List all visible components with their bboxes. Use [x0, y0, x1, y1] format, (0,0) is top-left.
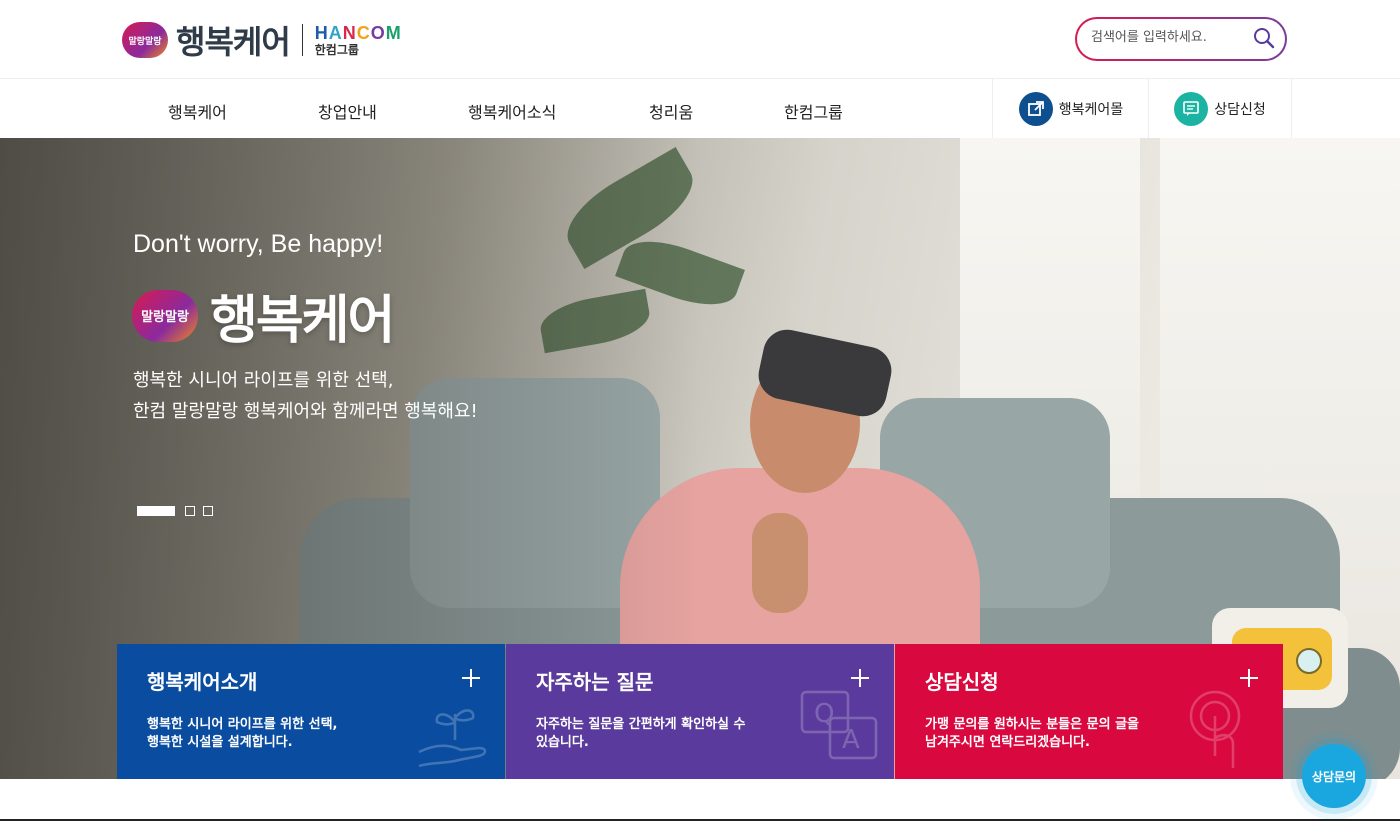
nav-item-franchise[interactable]: 창업안내	[318, 99, 377, 123]
hero-badge: 말랑말랑	[132, 289, 198, 342]
logo-title: 행복케어	[176, 23, 291, 61]
card-desc: 가맹 문의를 원하시는 분들은 문의 글을 남겨주시면 연락드리겠습니다.	[925, 716, 1175, 752]
floating-consult-button[interactable]: 상담문의	[1302, 744, 1366, 808]
card-desc: 자주하는 질문을 간편하게 확인하실 수 있습니다.	[536, 716, 786, 752]
quick-link-consult[interactable]: 상담신청	[1148, 79, 1292, 138]
hancom-group-label: 한컴그룹	[314, 43, 359, 57]
hero-title: 행복케어	[210, 291, 395, 351]
card-desc-line: 있습니다.	[536, 735, 589, 750]
logo-divider	[301, 24, 303, 56]
hero-desc-line: 행복한 시니어 라이프를 위한 선택,	[133, 370, 394, 391]
hancom-group-logo: HANCOM 한컴그룹	[315, 24, 402, 56]
nav-item-hancom-group[interactable]: 한컴그룹	[784, 99, 843, 123]
quick-link-mall[interactable]: 행복케어몰	[992, 79, 1149, 138]
top-header: 말랑말랑 행복케어 HANCOM 한컴그룹	[0, 0, 1400, 78]
slider-pagination	[137, 506, 221, 516]
card-desc-line: 행복한 시니어 라이프를 위한 선택,	[147, 717, 338, 732]
card-about[interactable]: 행복케어소개 행복한 시니어 라이프를 위한 선택, 행복한 시설을 설계합니다…	[117, 644, 505, 779]
slide-dot-active[interactable]	[137, 506, 175, 516]
card-desc-line: 남겨주시면 연락드리겠습니다.	[925, 735, 1090, 750]
search-input[interactable]	[1089, 29, 1243, 46]
plus-icon[interactable]	[1239, 668, 1259, 688]
main-nav: 행복케어 창업안내 행복케어소식 청리움 한컴그룹 행복케어몰 상담신청	[0, 78, 1400, 139]
card-title: 상담신청	[925, 670, 999, 694]
thumbs-up-hand	[752, 513, 808, 613]
search-icon	[1254, 28, 1275, 49]
plus-icon[interactable]	[461, 668, 481, 688]
robot-eye	[1296, 648, 1322, 674]
floating-consult-label: 상담문의	[1311, 769, 1357, 784]
card-faq[interactable]: 자주하는 질문 자주하는 질문을 간편하게 확인하실 수 있습니다. Q A	[506, 644, 894, 779]
slide-dot[interactable]	[203, 506, 213, 516]
svg-text:A: A	[842, 725, 860, 755]
nav-item-happycare[interactable]: 행복케어	[168, 99, 227, 123]
card-title: 자주하는 질문	[536, 670, 654, 694]
touch-icon	[1189, 690, 1241, 768]
card-desc-line: 가맹 문의를 원하시는 분들은 문의 글을	[925, 717, 1139, 732]
card-consult[interactable]: 상담신청 가맹 문의를 원하시는 분들은 문의 글을 남겨주시면 연락드리겠습니…	[895, 644, 1283, 779]
logo-badge-text: 말랑말랑	[128, 36, 162, 47]
hero-description: 행복한 시니어 라이프를 위한 선택, 한컴 말랑말랑 행복케어와 함께라면 행…	[133, 365, 478, 427]
hero-tagline: Don't worry, Be happy!	[133, 230, 384, 258]
card-title: 행복케어소개	[147, 670, 258, 694]
plant-hand-icon	[418, 709, 487, 768]
slide-dot[interactable]	[185, 506, 195, 516]
external-link-icon	[1018, 91, 1053, 126]
svg-text:Q: Q	[814, 699, 834, 729]
card-desc-line: 행복한 시설을 설계합니다.	[147, 735, 293, 750]
site-logo[interactable]: 말랑말랑 행복케어 HANCOM 한컴그룹	[122, 20, 402, 61]
search-button[interactable]	[1253, 27, 1275, 49]
nav-item-news[interactable]: 행복케어소식	[468, 99, 556, 123]
search-box	[1075, 17, 1287, 61]
qa-icon: Q A	[800, 690, 878, 760]
hancom-wordmark: HANCOM	[314, 23, 402, 43]
chat-icon	[1174, 91, 1209, 126]
hero-brand: 말랑말랑 행복케어	[132, 278, 395, 353]
card-desc: 행복한 시니어 라이프를 위한 선택, 행복한 시설을 설계합니다.	[147, 716, 397, 752]
logo-badge: 말랑말랑	[122, 22, 168, 58]
quick-link-mall-label: 행복케어몰	[1058, 101, 1124, 118]
card-desc-line: 자주하는 질문을 간편하게 확인하실 수	[536, 717, 746, 732]
plus-icon[interactable]	[850, 668, 870, 688]
nav-item-cheongrium[interactable]: 청리움	[649, 99, 693, 123]
hero-badge-text: 말랑말랑	[141, 310, 189, 325]
hero-desc-line: 한컴 말랑말랑 행복케어와 함께라면 행복해요!	[133, 401, 478, 422]
quick-link-consult-label: 상담신청	[1214, 101, 1266, 118]
